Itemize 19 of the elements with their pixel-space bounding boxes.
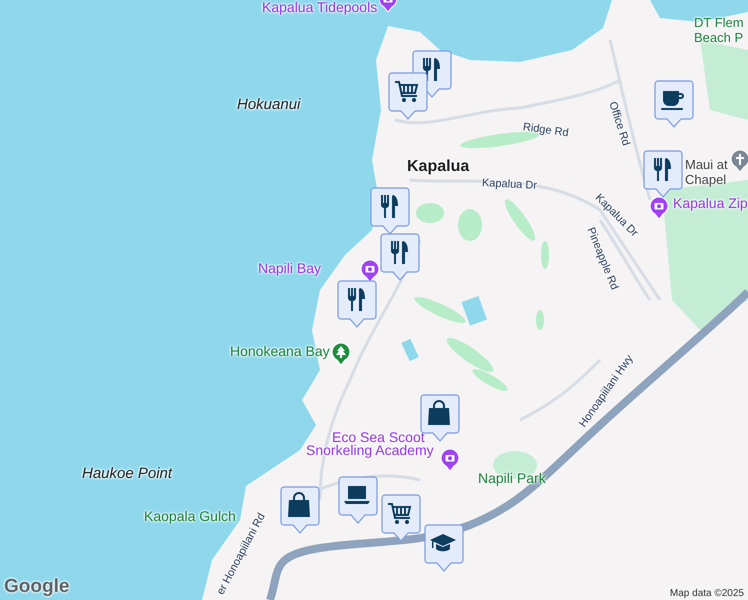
map-label: Chapel [685, 173, 726, 188]
map-label: Hokuanui [237, 97, 300, 114]
map-label: Kapalua Dr [482, 177, 538, 192]
map-label: Maui at [685, 158, 728, 172]
google-logo: Google [4, 576, 70, 598]
map-label: Beach P [694, 31, 744, 46]
map-label: Napili Park [478, 471, 546, 486]
map-label: Kaopala Gulch [144, 509, 236, 524]
map-label: Kapalua Tidepools [262, 0, 378, 16]
map-label: Napili Bay [258, 261, 322, 276]
map-label: Ridge Rd [522, 121, 570, 140]
map-label: Haukoe Point [82, 466, 172, 482]
map-label: DT Flem [694, 16, 744, 30]
map-label: Office Rd [606, 100, 632, 148]
map-label: Snorkeling Academy [306, 443, 434, 458]
map-label: Kapalua Zip [673, 196, 748, 212]
map-label: Kapalua [407, 158, 470, 176]
map-label: Honokeana Bay [230, 344, 330, 360]
map-label: Eco Sea Scoot [332, 430, 425, 445]
